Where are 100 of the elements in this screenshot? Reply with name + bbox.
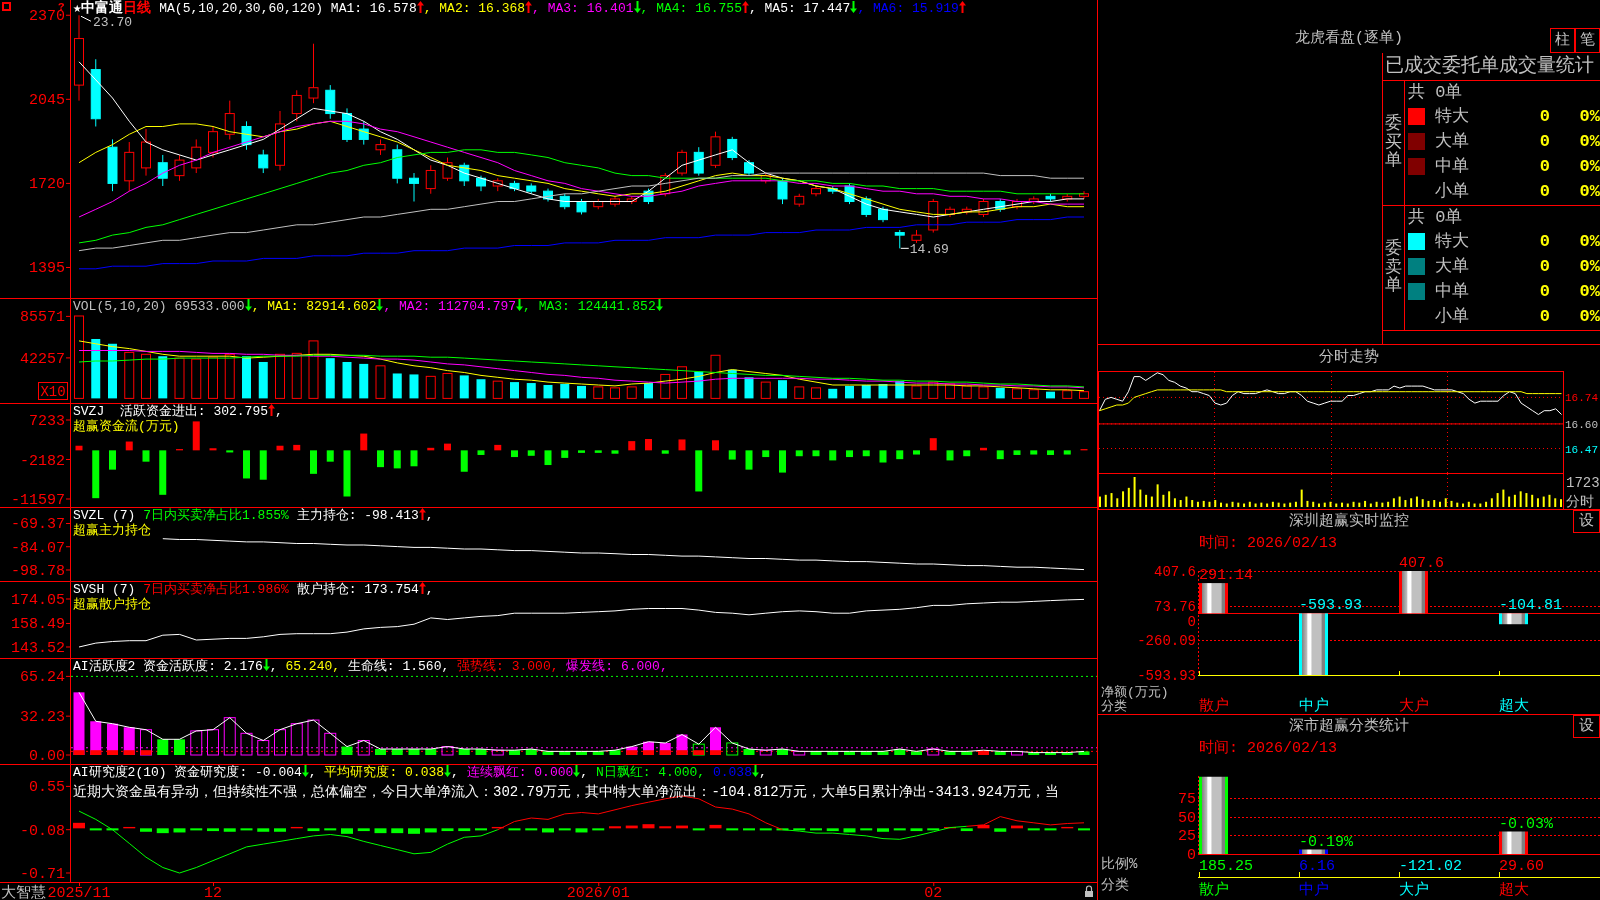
- chart-date: 时间: 2026/02/13: [1199, 739, 1338, 758]
- section-label: 委卖单: [1385, 239, 1402, 297]
- y-axis-label: 174.05: [11, 592, 65, 609]
- legend-text: AI活跃度2 资金活跃度: 2.176: [73, 659, 263, 674]
- y-axis-label: -260.09: [1137, 633, 1196, 650]
- legend-text: SVZL (7): [73, 508, 137, 523]
- category-label: 散户: [1199, 882, 1229, 899]
- y-axis-label: -0.08: [20, 822, 65, 840]
- y-axis-label: 32.23: [20, 709, 65, 727]
- legend-text: , MA3: 124441.852: [523, 299, 656, 314]
- y-axis-label: 16.60: [1565, 418, 1598, 431]
- legend-text: AI研究度2(10) 资金研究度: -0.004: [73, 765, 302, 780]
- legend-text: , MA5: 17.447: [748, 1, 851, 16]
- category-label: 散户: [1199, 698, 1229, 714]
- order-count: 0: [1539, 281, 1550, 302]
- order-share: 0%: [1578, 181, 1600, 202]
- y-axis-label: 75: [1178, 790, 1196, 808]
- order-count: 0: [1539, 231, 1550, 252]
- order-count: 0: [1539, 306, 1550, 327]
- order-share: 0%: [1578, 156, 1600, 177]
- order-count: 0: [1539, 256, 1550, 277]
- legend-text: , MA1: 82914.602: [251, 299, 377, 314]
- order-size-label: 小单: [1435, 306, 1469, 327]
- y-axis-label: 158.49: [11, 616, 65, 634]
- category-total-label: -121.02: [1399, 858, 1462, 875]
- legend-text: ,: [451, 765, 459, 780]
- legend-text: ,: [275, 404, 283, 419]
- legend-text: 爆发线: 6.000,: [565, 659, 668, 674]
- date-axis-label: 2026/01: [566, 885, 630, 900]
- y-axis-label: 65.24: [20, 669, 65, 687]
- legend-text: N日飘红: 4.000,: [594, 765, 706, 780]
- date-axis-label: 2025/11: [47, 885, 111, 900]
- order-size-label: 中单: [1435, 281, 1469, 302]
- order-count: 0: [1539, 181, 1550, 202]
- y-axis-label: -84.07: [11, 539, 65, 557]
- legend-text: , MA3: 16.401: [532, 1, 634, 16]
- chart-date: 时间: 2026/02/13: [1199, 534, 1338, 553]
- y-axis-label: 407.6: [1154, 564, 1196, 580]
- bar-change-label: -0.03%: [1499, 815, 1553, 833]
- section-label: 委买单: [1385, 114, 1402, 172]
- axis-unit-label: X10: [38, 382, 68, 400]
- annotation: 14.69: [909, 242, 949, 258]
- legend-text: 生命线: 1.560,: [346, 659, 450, 674]
- volume-peak-label: 1723: [1566, 475, 1600, 491]
- panel-title: 深圳超赢实时监控: [1289, 512, 1409, 531]
- y-axis-label: 0.55: [29, 779, 65, 797]
- order-size-label: 中单: [1435, 156, 1469, 177]
- axis-title: 分类: [1101, 699, 1127, 714]
- category-label: 超大: [1499, 698, 1529, 714]
- category-label: 大户: [1399, 698, 1429, 714]
- order-count: 0: [1539, 131, 1550, 152]
- y-axis-label: -0.71: [20, 866, 65, 883]
- legend-text: SVSH (7): [73, 582, 137, 597]
- legend-text: 7日内买卖净占比1.986%: [143, 582, 289, 597]
- y-axis-label: 2045: [29, 92, 65, 110]
- order-share: 0%: [1578, 131, 1600, 152]
- category-total-label: 29.60: [1499, 858, 1544, 875]
- order-share: 0%: [1578, 231, 1600, 252]
- legend-text: 7日内买卖净占比1.855%: [143, 508, 289, 523]
- table-title: 已成交委托单成交量统计: [1383, 53, 1600, 81]
- y-axis-label: 85571: [20, 309, 65, 327]
- legend-text: , MA6: 15.919: [857, 1, 959, 16]
- order-share: 0%: [1578, 306, 1600, 327]
- pane-subtitle: 超赢主力持仓: [73, 523, 151, 538]
- y-axis-label: 25: [1178, 828, 1196, 846]
- legend-text: ,: [758, 765, 767, 780]
- legend-text: ,: [269, 659, 278, 674]
- order-size-label: 特大: [1435, 231, 1469, 252]
- legend-text: ,: [308, 765, 317, 780]
- axis-title: 比例%: [1101, 856, 1138, 872]
- stock-title: 日线: [123, 0, 152, 16]
- y-axis-label: 50: [1178, 809, 1196, 827]
- y-axis-label: 42257: [20, 350, 65, 368]
- y-axis-label: 1395: [29, 260, 65, 278]
- legend-text: , MA2: 112704.797: [383, 299, 517, 314]
- y-axis-label: 0.00: [29, 748, 65, 765]
- category-label: 超大: [1499, 882, 1529, 899]
- y-axis-label: -69.37: [11, 516, 65, 534]
- legend-text: 强势线: 3.000,: [456, 659, 559, 674]
- legend-text: SVZJ 活跃资金进出: 302.795: [73, 404, 269, 419]
- y-axis-label: 7233: [29, 413, 65, 430]
- legend-text: , MA4: 16.755: [640, 1, 742, 16]
- order-size-label: 大单: [1435, 256, 1469, 277]
- order-share: 0%: [1578, 281, 1600, 302]
- y-axis-label: -2182: [20, 452, 65, 470]
- y-axis-label: -593.93: [1137, 668, 1196, 684]
- order-share: 0%: [1578, 256, 1600, 277]
- analysis-commentary: 近期大资金虽有异动，但持续性不强，总体偏空，今日大单净流入：302.79万元，其中特大单净流出：-104.812万元，大单5日累计净出-3413.924万元，当: [73, 783, 1059, 801]
- pane-subtitle: 超赢散户持仓: [73, 597, 151, 612]
- bar-value-label: -104.81: [1499, 597, 1562, 615]
- order-share: 0%: [1578, 106, 1600, 127]
- y-axis-label: -11597: [11, 492, 65, 509]
- order-total: 共 0单: [1408, 207, 1463, 228]
- date-axis-label: 02: [924, 885, 943, 900]
- legend-text: 0.038: [711, 765, 752, 780]
- axis-title: 净额(万元): [1101, 685, 1169, 700]
- legend-text: 65.240,: [284, 659, 341, 674]
- category-label: 大户: [1399, 882, 1429, 899]
- legend-text: 连续飘红: 0.000: [465, 765, 574, 780]
- order-size-label: 大单: [1435, 131, 1469, 152]
